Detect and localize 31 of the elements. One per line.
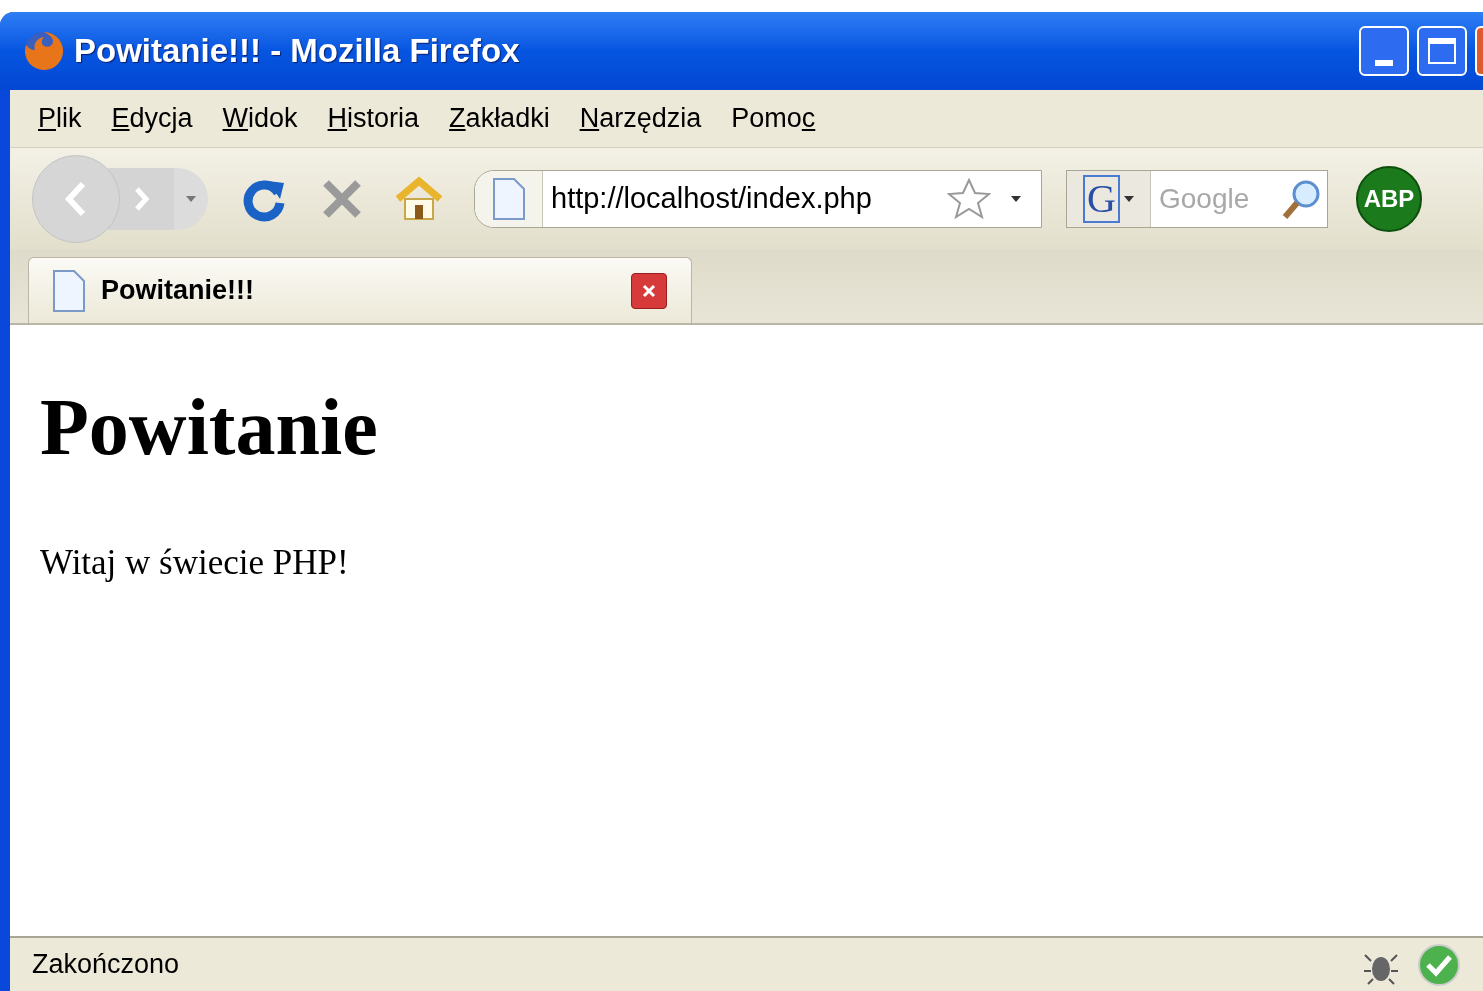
- page-paragraph: Witaj w świecie PHP!: [40, 542, 350, 584]
- address-bar[interactable]: http://localhost/index.php: [474, 170, 1042, 228]
- menu-item[interactable]: Widok: [212, 98, 308, 139]
- address-text: http://localhost/index.php: [551, 181, 872, 217]
- window-title: Powitanie!!! - Mozilla Firefox: [74, 31, 520, 72]
- menu-item[interactable]: Zakładki: [439, 98, 560, 139]
- caret-icon[interactable]: [1123, 196, 1134, 202]
- caret-icon: [186, 196, 196, 202]
- close-icon: [641, 282, 657, 299]
- page-icon: [492, 178, 525, 220]
- page-icon: [53, 269, 85, 312]
- tab[interactable]: Powitanie!!!: [28, 257, 692, 323]
- menu-item[interactable]: Historia: [317, 98, 430, 139]
- page-heading: Powitanie: [40, 387, 379, 467]
- star-icon[interactable]: [947, 178, 991, 220]
- firefox-logo-icon: [22, 29, 66, 73]
- close-tab-button[interactable]: [631, 272, 667, 309]
- maximize-button[interactable]: [1417, 26, 1467, 76]
- close-button[interactable]: [1475, 26, 1483, 76]
- search-bar[interactable]: G Google: [1066, 170, 1328, 228]
- search-field[interactable]: Google: [1159, 178, 1279, 220]
- status-text: Zakończono: [32, 948, 180, 982]
- caret-icon[interactable]: [1011, 196, 1021, 202]
- minimize-button[interactable]: [1359, 26, 1409, 76]
- menu-item[interactable]: Pomoc: [721, 98, 826, 139]
- menu-item[interactable]: Edycja: [101, 98, 203, 139]
- menu-item[interactable]: Plik: [28, 98, 92, 139]
- search-engine-logo[interactable]: G: [1083, 175, 1120, 223]
- check-icon: [1417, 942, 1461, 987]
- adblock-badge[interactable]: ABP: [1356, 166, 1422, 232]
- menu-item[interactable]: Narzędzia: [569, 98, 712, 139]
